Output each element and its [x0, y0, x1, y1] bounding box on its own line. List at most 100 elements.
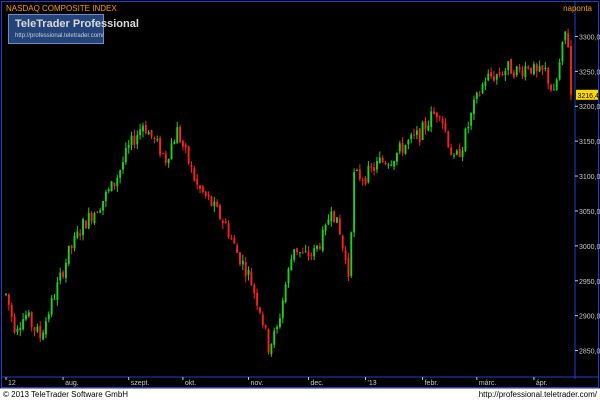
candle-body [350, 232, 353, 276]
candle-body [344, 250, 347, 261]
candle-body [124, 147, 127, 163]
candlestick-chart[interactable]: 2850,00 2900,00 2950,00 3000,00 3050,00 3100,… [0, 0, 600, 388]
candle-body [84, 220, 87, 229]
candle-body [270, 343, 273, 355]
candle-body [230, 238, 233, 240]
candle-body [236, 245, 239, 254]
candle-body [530, 67, 533, 74]
footer-copyright: © 2013 TeleTrader Software GmbH [3, 390, 129, 399]
candle-body [407, 140, 410, 145]
candle-body [558, 61, 561, 80]
candle-body [130, 135, 133, 145]
candle-body [159, 137, 162, 155]
candle-body [19, 327, 22, 331]
candle-body [424, 121, 427, 129]
candle-body [467, 126, 470, 129]
candle-body [447, 131, 450, 147]
candle-body [284, 284, 287, 303]
candle-body [395, 152, 398, 162]
candle-body [47, 314, 50, 320]
period-label[interactable]: naponta [563, 4, 592, 13]
candle-body [233, 238, 236, 244]
candle-body [532, 64, 535, 75]
candle-body [370, 166, 373, 168]
candle-body [136, 135, 139, 145]
candle-body [196, 178, 199, 185]
x-tick-label: dec. [310, 380, 323, 387]
last-price-label: 3216,43 [578, 93, 600, 100]
candle-body [527, 67, 530, 69]
candle-body [401, 142, 404, 153]
candle-body [298, 252, 301, 254]
candle-body [133, 135, 136, 145]
candle-body [10, 304, 13, 318]
candle-body [267, 329, 270, 353]
candle-body [139, 129, 142, 136]
candle-body [381, 157, 384, 163]
candle-body [393, 161, 396, 167]
y-tick-label: 3000,00 [579, 244, 600, 251]
candle-body [347, 258, 350, 277]
candle-body [5, 293, 7, 295]
candle-body [512, 72, 515, 77]
candle-body [384, 162, 387, 165]
candle-body [261, 314, 264, 326]
candle-body [170, 143, 173, 160]
candle-body [90, 212, 93, 222]
candle-body [327, 219, 330, 225]
candle-body [498, 72, 501, 75]
candle-body [239, 252, 241, 265]
candle-body [39, 326, 42, 339]
candle-body [455, 150, 458, 155]
candle-body [173, 141, 176, 145]
candle-body [247, 269, 250, 275]
y-tick-label: 3250,00 [579, 69, 600, 76]
candle-body [438, 116, 441, 118]
x-tick-label: nov. [251, 380, 264, 387]
candle-body [336, 217, 338, 223]
candle-body [59, 272, 62, 281]
candle-body [36, 326, 39, 332]
candle-body [107, 189, 110, 192]
candle-body [219, 205, 221, 219]
candle-body [116, 177, 119, 187]
candle-body [241, 260, 244, 265]
candle-body [318, 246, 321, 249]
candle-body [227, 223, 230, 238]
candle-body [564, 31, 567, 41]
candle-body [70, 245, 73, 249]
candle-body [358, 169, 361, 180]
candle-body [87, 212, 90, 229]
candle-body [193, 167, 196, 181]
candle-body [538, 66, 541, 72]
y-tick-label: 3300,00 [579, 34, 600, 41]
candle-body [62, 272, 65, 277]
candle-body [301, 252, 304, 254]
candle-body [16, 328, 19, 332]
candle-body [176, 127, 179, 144]
candle-body [544, 67, 547, 70]
candle-body [250, 271, 253, 286]
candle-body [353, 172, 356, 233]
candle-body [415, 130, 418, 135]
candle-body [99, 210, 102, 213]
candle-body [338, 218, 341, 235]
y-tick-label: 3100,00 [579, 174, 600, 181]
candle-body [404, 144, 407, 154]
candle-body [478, 94, 481, 96]
candle-body [390, 164, 393, 166]
candle-body [435, 112, 438, 118]
candle-body [296, 248, 299, 253]
candle-body [96, 211, 99, 214]
candle-body [25, 314, 27, 320]
footer-url[interactable]: http://professional.teletrader.com/ [479, 390, 597, 399]
candle-body [550, 84, 552, 90]
candle-body [493, 76, 495, 81]
y-tick-label: 2950,00 [579, 279, 600, 286]
candle-body [210, 196, 213, 206]
x-tick-label: márc. [479, 380, 497, 387]
logo-url: http://professional.teletrader.com/ [15, 33, 104, 39]
candle-layer [5, 28, 572, 357]
candle-body [324, 225, 327, 231]
candle-body [418, 128, 421, 142]
